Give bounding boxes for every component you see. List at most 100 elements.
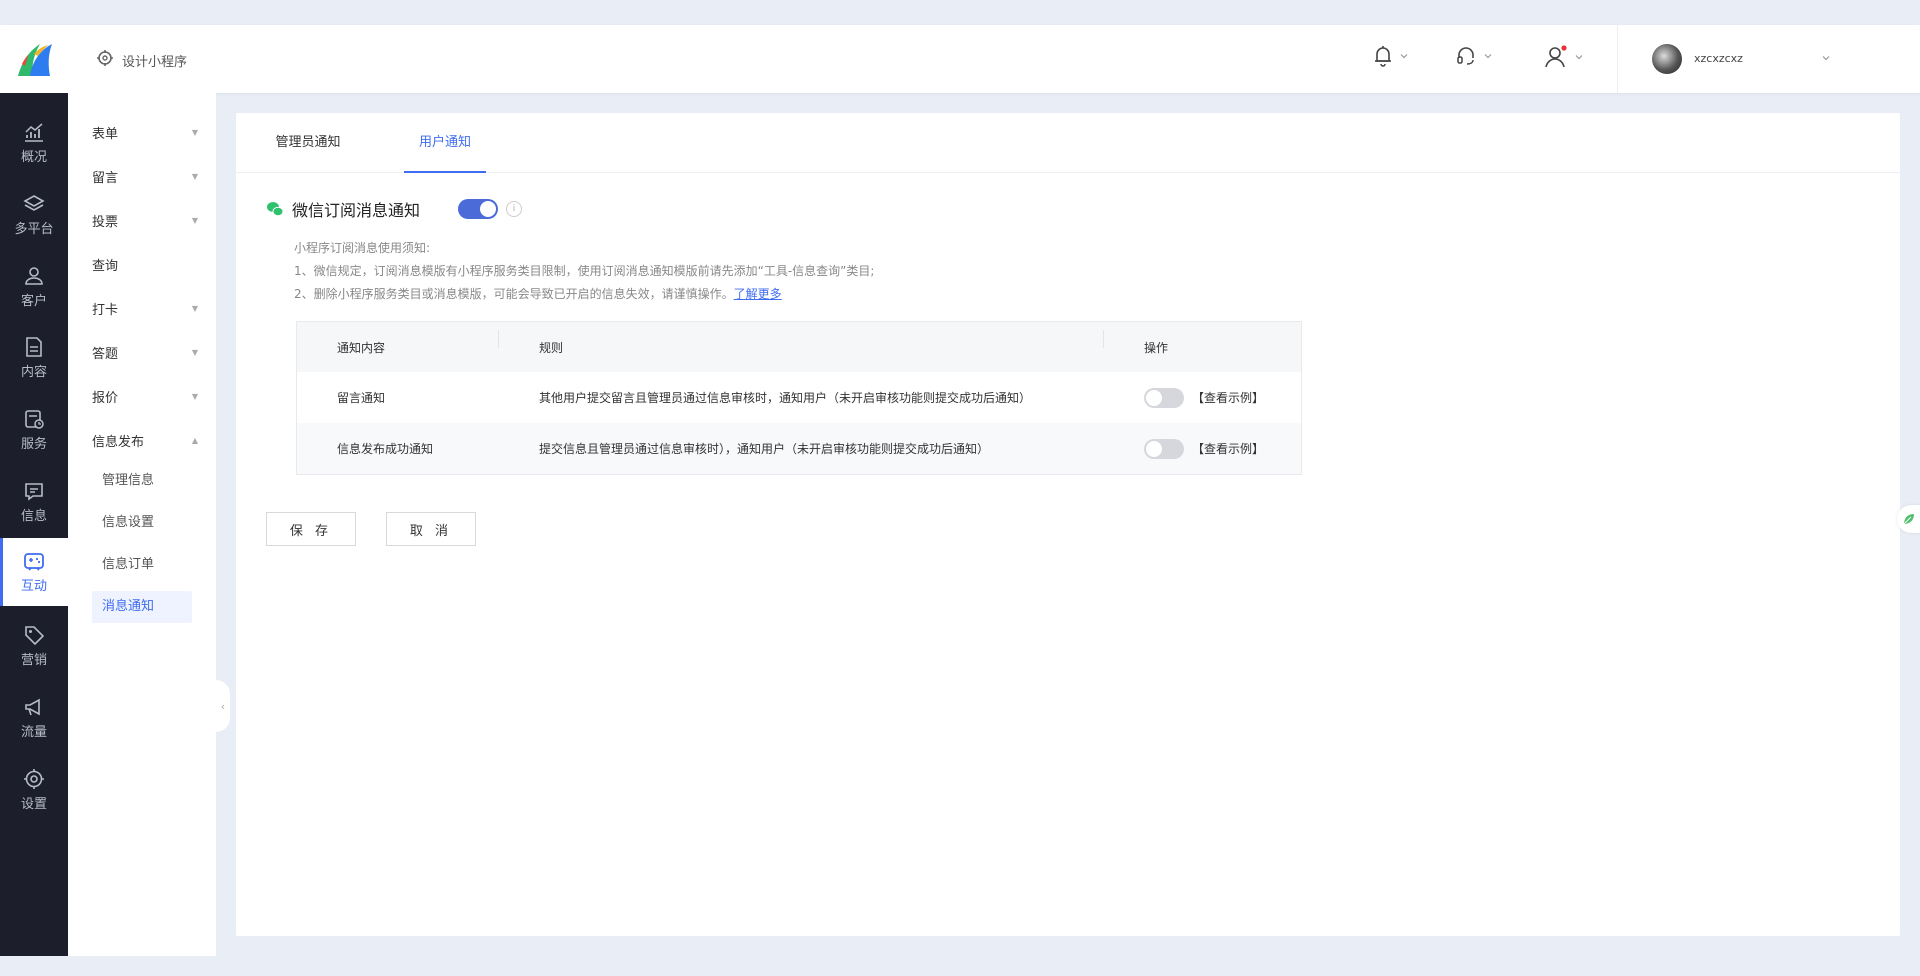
caret-down-icon: ▼ — [191, 128, 198, 137]
row-notify-toggle[interactable] — [1144, 438, 1184, 459]
chevron-down-icon — [1400, 54, 1408, 59]
caret-down-icon: ▼ — [191, 392, 198, 401]
rail-label: 内容 — [20, 365, 47, 380]
app-logo[interactable] — [14, 40, 54, 78]
caret-down-icon: ▼ — [191, 172, 198, 181]
top-header: 设计小程序 xzcxzcxz — [0, 25, 1920, 93]
tab-admin-notify[interactable]: 管理员通知 — [272, 113, 344, 173]
headset-icon — [1457, 47, 1474, 65]
tab-user-notify[interactable]: 用户通知 — [404, 113, 486, 173]
chevron-down-icon — [1822, 56, 1830, 61]
submenu-item-message[interactable]: 留言 ▼ — [92, 167, 198, 186]
user-profile-menu[interactable]: xzcxzcxz — [1617, 25, 1920, 93]
account-menu[interactable] — [1544, 45, 1584, 69]
header-content: 通知内容 — [297, 329, 499, 356]
rail-label: 概况 — [20, 150, 47, 165]
wechat-subscribe-toggle[interactable] — [458, 199, 499, 219]
usage-tips: 小程序订阅消息使用须知: 1、微信规定，订阅消息模版有小程序服务类目限制，使用订… — [294, 237, 874, 306]
tag-icon — [25, 626, 45, 646]
rail-item-info[interactable]: 信息 — [0, 469, 68, 535]
rail-label: 营销 — [20, 653, 47, 668]
submenu-child-manage-info[interactable]: 管理信息 — [92, 465, 192, 497]
layers-icon — [23, 195, 45, 211]
bell-icon — [1375, 46, 1391, 67]
main-nav-rail: 概况 多平台 客户 内容 服务 信息 互动 营销 流量 设置 — [0, 93, 68, 956]
wechat-icon — [267, 202, 284, 217]
row-content: 留言通知 — [337, 391, 386, 405]
collapse-sidebar-handle[interactable]: ‹ — [216, 680, 230, 732]
rail-item-overview[interactable]: 概况 — [0, 110, 68, 176]
rail-item-marketing[interactable]: 营销 — [0, 613, 68, 679]
row-rule: 提交信息且管理员通过信息审核时），通知用户（未开启审核功能则提交成功后通知） — [539, 442, 990, 456]
rail-item-service[interactable]: 服务 — [0, 397, 68, 463]
rail-label: 服务 — [20, 437, 47, 452]
submenu-label: 表单 — [92, 127, 119, 142]
view-example-link[interactable]: 【查看示例】 — [1192, 389, 1264, 406]
submenu-child-info-settings[interactable]: 信息设置 — [92, 507, 192, 539]
rail-item-interaction[interactable]: 互动 — [0, 538, 68, 606]
submenu-child-message-notify[interactable]: 消息通知 — [92, 591, 192, 623]
save-button[interactable]: 保 存 — [266, 512, 356, 546]
caret-down-icon: ▼ — [191, 304, 198, 313]
document-icon — [26, 337, 42, 357]
submenu-item-checkin[interactable]: 打卡 ▼ — [92, 299, 198, 318]
submenu-item-vote[interactable]: 投票 ▼ — [92, 211, 198, 230]
megaphone-icon — [25, 698, 40, 716]
gamepad-icon — [24, 553, 44, 571]
rail-item-content[interactable]: 内容 — [0, 325, 68, 391]
caret-up-icon: ▲ — [191, 436, 198, 445]
submenu-item-info-publish[interactable]: 信息发布 ▲ — [92, 431, 198, 450]
tips-line: 1、微信规定，订阅消息模版有小程序服务类目限制，使用订阅消息通知模版前请先添加“… — [294, 264, 875, 278]
rail-label: 流量 — [20, 725, 47, 740]
rail-item-customers[interactable]: 客户 — [0, 254, 68, 320]
rail-item-traffic[interactable]: 流量 — [0, 685, 68, 751]
learn-more-link[interactable]: 了解更多 — [734, 287, 782, 301]
submenu-label: 答题 — [92, 347, 119, 362]
rail-item-multiplatform[interactable]: 多平台 — [0, 182, 68, 248]
rail-label: 设置 — [20, 797, 47, 812]
notification-menu[interactable] — [1373, 45, 1409, 67]
main-card: 管理员通知 用户通知 微信订阅消息通知 i 小程序订阅消息使用须知: 1、微信规… — [236, 113, 1900, 936]
rail-label: 客户 — [20, 294, 47, 309]
submenu-item-quote[interactable]: 报价 ▼ — [92, 387, 198, 406]
table-row: 留言通知 其他用户提交留言且管理员通过信息审核时，通知用户（未开启审核功能则提交… — [297, 372, 1301, 423]
avatar — [1652, 44, 1682, 74]
chevron-down-icon — [1484, 54, 1492, 59]
leaf-icon — [1903, 514, 1914, 525]
floating-helper-button[interactable] — [1897, 505, 1920, 533]
submenu-label: 查询 — [92, 259, 119, 274]
support-menu[interactable] — [1455, 45, 1493, 67]
row-action: 【查看示例】 — [1104, 438, 1301, 459]
cancel-button[interactable]: 取 消 — [386, 512, 476, 546]
notify-table: 通知内容 规则 操作 留言通知 其他用户提交留言且管理员通过信息审核时，通知用户… — [296, 321, 1302, 475]
message-icon — [25, 483, 43, 501]
row-notify-toggle[interactable] — [1144, 387, 1184, 408]
design-label: 设计小程序 — [122, 54, 188, 70]
submenu-item-form[interactable]: 表单 ▼ — [92, 123, 198, 142]
table-header-row: 通知内容 规则 操作 — [297, 322, 1301, 372]
user-icon — [25, 267, 43, 285]
caret-down-icon: ▼ — [191, 216, 198, 225]
header-action: 操作 — [1144, 340, 1169, 355]
rail-label: 互动 — [20, 579, 47, 594]
submenu-item-query[interactable]: 查询 — [92, 255, 198, 274]
submenu-item-quiz[interactable]: 答题 ▼ — [92, 343, 198, 362]
submenu-label: 投票 — [92, 215, 119, 230]
tips-text: 2、删除小程序服务类目或消息模版，可能会导致已开启的信息失效，请谨慎操作。 — [294, 287, 734, 301]
row-rule: 其他用户提交留言且管理员通过信息审核时，通知用户（未开启审核功能则提交成功后通知… — [539, 391, 1032, 405]
user-icon — [1545, 45, 1567, 68]
submenu-label: 留言 — [92, 171, 119, 186]
service-icon — [25, 410, 44, 429]
caret-down-icon: ▼ — [191, 348, 198, 357]
design-miniprogram-button[interactable]: 设计小程序 — [96, 49, 187, 71]
submenu-label: 报价 — [92, 391, 119, 406]
view-example-link[interactable]: 【查看示例】 — [1192, 440, 1264, 457]
rail-item-settings[interactable]: 设置 — [0, 757, 68, 823]
submenu-child-info-orders[interactable]: 信息订单 — [92, 549, 192, 581]
submenu-label: 信息发布 — [92, 435, 145, 450]
tips-line: 2、删除小程序服务类目或消息模版，可能会导致已开启的信息失效，请谨慎操作。了解更… — [294, 283, 874, 306]
info-icon[interactable]: i — [506, 201, 523, 217]
notify-tabs: 管理员通知 用户通知 — [236, 113, 1900, 173]
chevron-down-icon — [1575, 55, 1583, 60]
gear-icon — [24, 769, 44, 789]
